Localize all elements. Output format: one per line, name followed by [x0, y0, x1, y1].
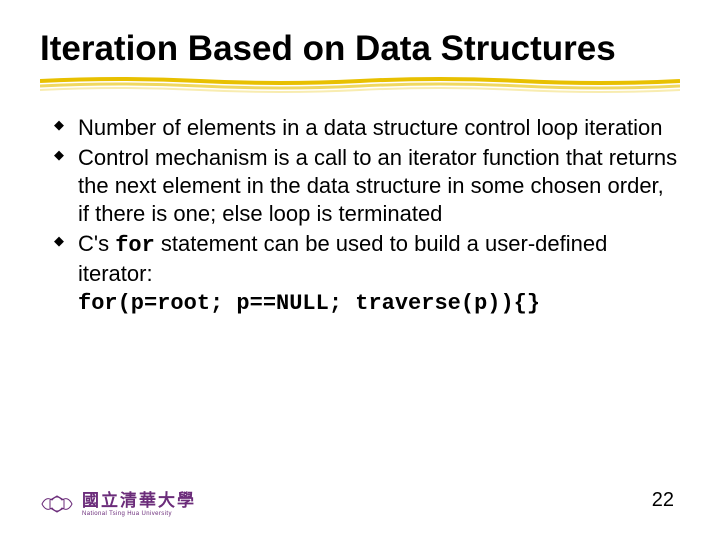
university-crest-icon — [40, 490, 74, 518]
bullet-list: Number of elements in a data structure c… — [40, 114, 680, 319]
bullet-text: Number of elements in a data structure c… — [78, 115, 663, 140]
inline-code: for — [115, 233, 155, 258]
slide: Iteration Based on Data Structures Numbe… — [0, 0, 720, 540]
bullet-item: Control mechanism is a call to an iterat… — [58, 144, 680, 228]
code-block: for(p=root; p==NULL; traverse(p)){} — [78, 290, 680, 318]
footer-logo: 國立清華大學 National Tsing Hua University — [40, 490, 196, 518]
bullet-text-pre: C's — [78, 231, 115, 256]
logo-name-en: National Tsing Hua University — [82, 511, 196, 517]
bullet-item: C's for statement can be used to build a… — [58, 230, 680, 318]
logo-name-zh: 國立清華大學 — [82, 492, 196, 509]
title-underline — [40, 75, 680, 93]
page-number: 22 — [652, 489, 674, 512]
slide-title: Iteration Based on Data Structures — [40, 30, 680, 69]
bullet-text-post: statement can be used to build a user-de… — [78, 231, 607, 286]
bullet-text: Control mechanism is a call to an iterat… — [78, 145, 677, 226]
bullet-item: Number of elements in a data structure c… — [58, 114, 680, 142]
logo-text: 國立清華大學 National Tsing Hua University — [82, 492, 196, 517]
